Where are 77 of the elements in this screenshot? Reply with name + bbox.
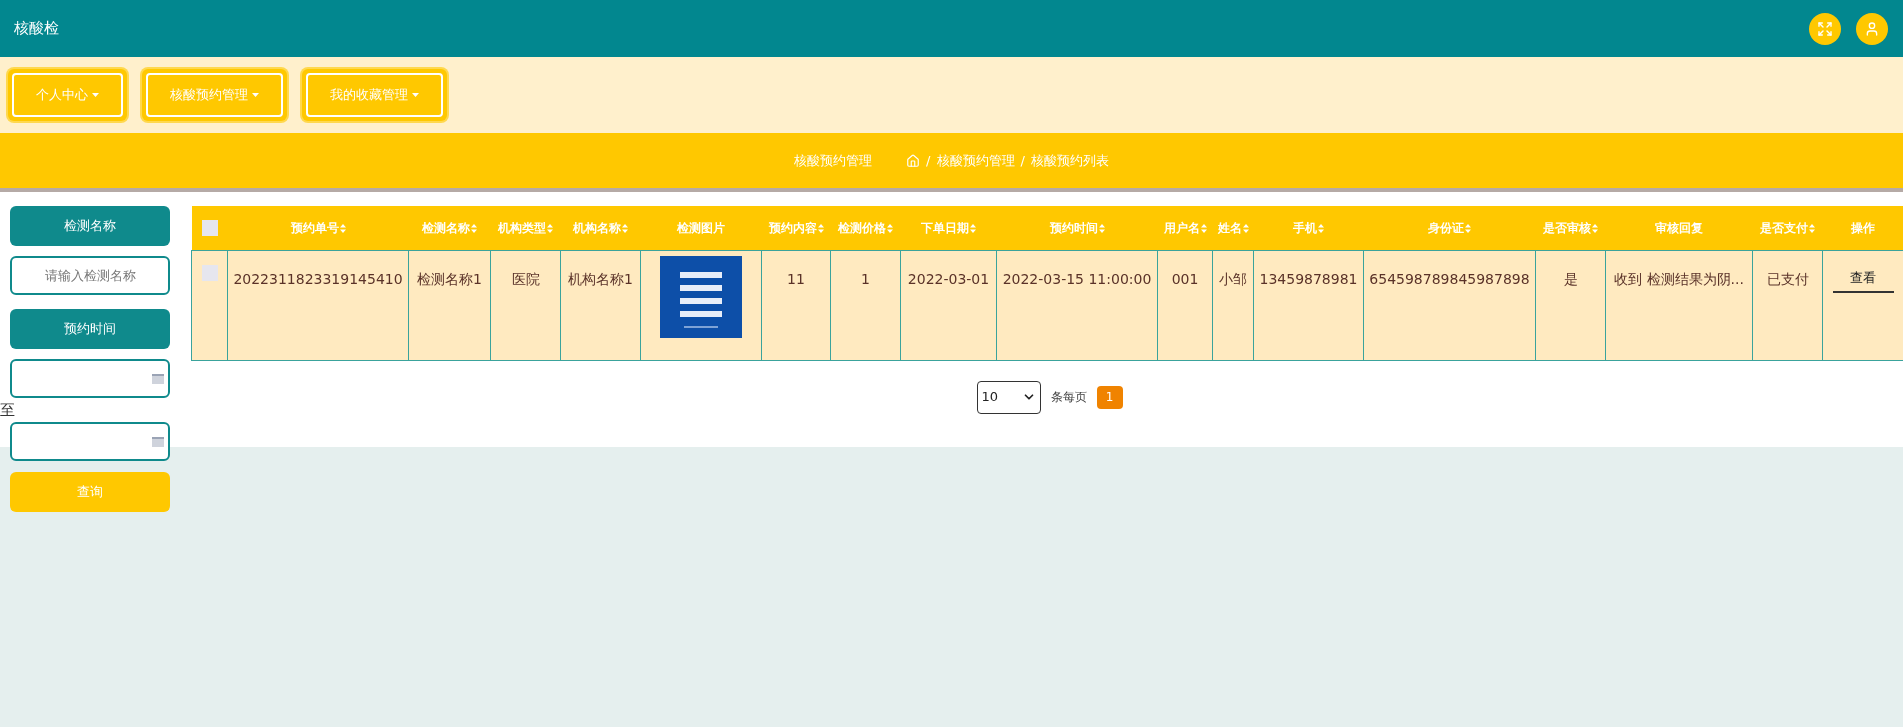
page-heading: 核酸预约管理 [794, 151, 873, 170]
sort-icon[interactable] [1242, 223, 1249, 233]
fullscreen-button[interactable] [1809, 12, 1841, 45]
nav-menu-button[interactable]: 个人中心 [8, 69, 127, 121]
breadcrumb-separator: / [926, 151, 931, 170]
app-title: 核酸检 [14, 18, 59, 40]
table-cell: 1 [830, 250, 901, 360]
page-size-label: 条每页 [1050, 389, 1087, 406]
column-header[interactable]: 是否支付 [1752, 206, 1823, 250]
table-cell: 检测名称1 [408, 250, 491, 360]
nav-menu-button[interactable]: 核酸预约管理 [142, 69, 287, 121]
table-cell: 是 [1535, 250, 1606, 360]
home-icon[interactable] [906, 153, 921, 168]
sort-icon[interactable] [1809, 223, 1815, 233]
column-header[interactable]: 检测名称 [408, 206, 491, 250]
filter-label: 预约时间 [10, 309, 170, 349]
search-button[interactable]: 查询 [10, 472, 170, 512]
sort-icon[interactable] [547, 223, 553, 233]
column-header[interactable]: 机构名称 [560, 206, 641, 250]
caret-icon [412, 93, 419, 97]
breadcrumb-link[interactable]: 核酸预约管理 [936, 150, 1015, 171]
column-header[interactable]: 预约内容 [761, 206, 831, 250]
column-header[interactable]: 是否审核 [1535, 206, 1606, 250]
nav-menu-button[interactable]: 我的收藏管理 [302, 69, 447, 121]
table-cell: 2022311823319145410 [227, 250, 409, 360]
column-header[interactable]: 手机 [1253, 206, 1364, 250]
date-field[interactable] [10, 422, 170, 461]
sort-icon[interactable] [1200, 223, 1207, 233]
sort-icon[interactable] [1098, 223, 1105, 233]
filter-label: 检测名称 [10, 206, 170, 246]
select-all-checkbox[interactable] [201, 219, 218, 236]
column-header[interactable]: 姓名 [1212, 206, 1254, 250]
table-cell: 001 [1157, 250, 1213, 360]
table-cell: 2022-03-01 [900, 250, 997, 360]
column-header: 检测图片 [640, 206, 762, 250]
table-cell: 小邹 [1212, 250, 1254, 360]
range-separator: 至 [0, 400, 16, 421]
caret-icon [252, 93, 259, 97]
column-header[interactable]: 预约时间 [996, 206, 1158, 250]
date-field[interactable] [10, 359, 170, 398]
table-cell: 13459878981 [1253, 250, 1364, 360]
calendar-icon [152, 373, 164, 384]
column-header[interactable]: 检测价格 [830, 206, 901, 250]
table-cell: 已支付 [1752, 250, 1823, 360]
sort-icon[interactable] [887, 223, 893, 233]
sort-icon[interactable] [622, 223, 628, 233]
page-size-select[interactable]: 10 [976, 380, 1041, 414]
expand-icon [1817, 20, 1833, 37]
column-header[interactable]: 用户名 [1157, 206, 1213, 250]
name-input-field[interactable]: 请输入检测名称 [10, 256, 170, 295]
sort-icon[interactable] [817, 223, 824, 233]
table-cell: 654598789845987898 [1363, 250, 1536, 360]
user-button[interactable] [1856, 12, 1888, 45]
sort-icon[interactable] [1465, 223, 1471, 233]
calendar-icon [152, 436, 164, 447]
caret-icon [92, 93, 99, 97]
column-header[interactable]: 机构类型 [490, 206, 561, 250]
column-header: 审核回复 [1605, 206, 1753, 250]
column-header[interactable]: 预约单号 [227, 206, 409, 250]
breadcrumb-separator: / [1020, 151, 1025, 170]
sort-icon[interactable] [970, 223, 976, 233]
table-cell: 机构名称1 [560, 250, 641, 360]
column-header: 操作 [1822, 206, 1903, 250]
breadcrumb-link[interactable]: 核酸预约列表 [1030, 150, 1109, 171]
user-icon [1864, 20, 1880, 37]
table-cell: 医院 [490, 250, 561, 360]
sort-icon[interactable] [1592, 223, 1598, 233]
sort-icon[interactable] [1318, 223, 1324, 233]
table-cell: 11 [761, 250, 831, 360]
column-header[interactable]: 身份证 [1363, 206, 1536, 250]
table-cell: 收到 检测结果为阴... [1605, 250, 1753, 360]
sort-icon[interactable] [471, 223, 477, 233]
row-checkbox[interactable] [202, 264, 218, 281]
page-button[interactable]: 1 [1096, 385, 1123, 409]
sort-icon[interactable] [339, 223, 346, 233]
column-header[interactable]: 下单日期 [900, 206, 997, 250]
table-cell: 2022-03-15 11:00:00 [996, 250, 1158, 360]
